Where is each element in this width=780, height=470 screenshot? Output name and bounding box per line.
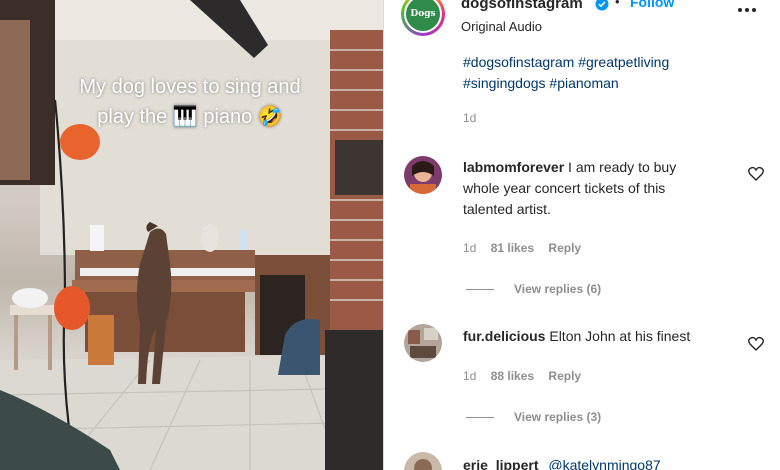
post-header: Dogs dogsofinstagram • Follow Original A… bbox=[384, 0, 780, 46]
audio-link[interactable]: Original Audio bbox=[461, 19, 542, 34]
video-player[interactable]: My dog loves to sing and play the 🎹 pian… bbox=[0, 0, 383, 470]
comment-username[interactable]: labmomforever bbox=[463, 159, 564, 175]
video-frame-illustration bbox=[0, 0, 383, 470]
view-replies-button[interactable]: View replies (3) bbox=[466, 410, 601, 424]
view-replies-button[interactable]: View replies (6) bbox=[466, 282, 601, 296]
comment-text: fur.delicious Elton John at his finest bbox=[463, 326, 713, 347]
view-replies-label: View replies (3) bbox=[514, 410, 602, 424]
mention-link[interactable]: @katelynmingo87 bbox=[548, 457, 660, 470]
commenter-avatar[interactable] bbox=[404, 156, 442, 194]
post-timestamp[interactable]: 1d bbox=[463, 111, 476, 125]
comment-text: labmomforever I am ready to buy whole ye… bbox=[463, 157, 713, 220]
avatar-logo: Dogs bbox=[406, 0, 440, 31]
hashtag-link[interactable]: #pianoman bbox=[549, 75, 618, 91]
commenter-avatar[interactable] bbox=[404, 452, 442, 470]
reply-button[interactable]: Reply bbox=[548, 369, 581, 383]
video-caption-overlay: My dog loves to sing and play the 🎹 pian… bbox=[40, 72, 340, 132]
replies-divider bbox=[466, 417, 494, 419]
hashtag-link[interactable]: #greatpetliving bbox=[578, 54, 669, 70]
avatar-image bbox=[404, 452, 442, 470]
comment-username[interactable]: fur.delicious bbox=[463, 328, 545, 344]
avatar-image bbox=[404, 156, 442, 194]
post-sidebar: Dogs dogsofinstagram • Follow Original A… bbox=[383, 0, 780, 470]
comment-meta: 1d 81 likes Reply bbox=[463, 241, 592, 255]
follow-button[interactable]: Follow bbox=[630, 0, 674, 10]
avatar-image bbox=[404, 324, 442, 362]
like-heart-icon[interactable] bbox=[748, 166, 764, 181]
avatar-ring-inner: Dogs bbox=[404, 0, 442, 33]
hashtag-link[interactable]: #singingdogs bbox=[463, 75, 546, 91]
caption-line-1: My dog loves to sing and bbox=[79, 76, 301, 98]
commenter-avatar[interactable] bbox=[404, 324, 442, 362]
piano-emoji: 🎹 bbox=[172, 106, 198, 128]
comment-likes[interactable]: 81 likes bbox=[491, 241, 534, 255]
account-username[interactable]: dogsofinstagram bbox=[461, 0, 583, 12]
more-options-icon[interactable] bbox=[736, 3, 758, 17]
verified-badge-icon bbox=[595, 0, 609, 11]
separator-dot: • bbox=[615, 0, 620, 9]
account-avatar[interactable]: Dogs bbox=[401, 0, 445, 36]
post-hashtags: #dogsofinstagram #greatpetliving #singin… bbox=[463, 52, 753, 94]
caption-line-2: play the 🎹 piano 🤣 bbox=[40, 102, 340, 132]
comment-time[interactable]: 1d bbox=[463, 369, 476, 383]
comment-likes[interactable]: 88 likes bbox=[491, 369, 534, 383]
comment-text: erie_lippert @katelynmingo87 bbox=[463, 455, 763, 470]
replies-divider bbox=[466, 289, 494, 291]
comment-username[interactable]: erie_lippert bbox=[463, 457, 538, 470]
caption-line-2-start: play the bbox=[97, 106, 168, 128]
caption-line-2-end: piano bbox=[203, 106, 253, 128]
hashtag-link[interactable]: #dogsofinstagram bbox=[463, 54, 574, 70]
like-heart-icon[interactable] bbox=[748, 336, 764, 351]
comment-meta: 1d 88 likes Reply bbox=[463, 369, 592, 383]
view-replies-label: View replies (6) bbox=[514, 282, 602, 296]
comment-body: Elton John at his finest bbox=[549, 328, 691, 344]
comment-time[interactable]: 1d bbox=[463, 241, 476, 255]
reply-button[interactable]: Reply bbox=[548, 241, 581, 255]
laughing-emoji: 🤣 bbox=[257, 106, 283, 128]
instagram-post-view: My dog loves to sing and play the 🎹 pian… bbox=[0, 0, 780, 470]
